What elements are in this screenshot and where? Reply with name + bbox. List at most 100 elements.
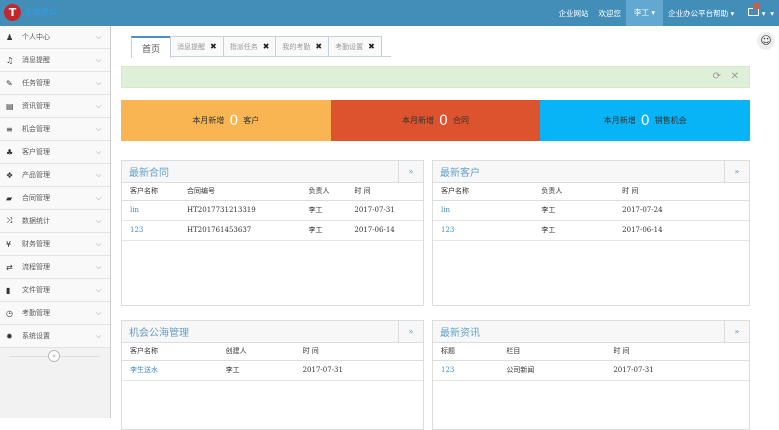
sidebar-item-label: 财务管理 — [22, 239, 96, 249]
panel-header: 最新合同» — [122, 161, 423, 183]
table-row: 123公司新闻2017-07-31 — [433, 360, 749, 380]
table-cell: HT2017731213319 — [179, 200, 300, 220]
bell-icon: ♫ — [6, 56, 16, 65]
table-cell[interactable]: 123 — [433, 220, 533, 240]
stat-label: 合同 — [453, 115, 469, 126]
more-button[interactable]: » — [398, 321, 423, 343]
sidebar-item[interactable]: ♫消息提醒⌵ — [0, 49, 110, 72]
clock-icon: ◷ — [6, 309, 16, 318]
panel-header: 机会公海管理» — [122, 321, 423, 343]
panel-title: 最新资讯 — [433, 324, 480, 339]
table-cell: 李工 — [533, 220, 614, 240]
sidebar-item-label: 客户管理 — [22, 147, 96, 157]
retweet-icon: ⇄ — [6, 263, 16, 272]
sidebar-item[interactable]: ✎任务管理⌵ — [0, 72, 110, 95]
panel-news: 最新资讯 »标题栏目时 间123公司新闻2017-07-31 — [432, 320, 750, 430]
stat-label: 客户 — [243, 115, 259, 126]
table-cell[interactable]: lin — [433, 200, 533, 220]
sidebar-collapse-button[interactable]: « — [48, 350, 60, 362]
logo[interactable]: T — [4, 4, 21, 21]
stat-box[interactable]: 本月新增0合同 — [331, 100, 541, 141]
tab-label: 考勤设置 — [335, 42, 363, 52]
table-cell: 李工 — [300, 220, 346, 240]
stat-value: 0 — [641, 113, 650, 129]
help-menu[interactable]: 企业办公平台帮助 ▾ — [663, 8, 739, 19]
table-row: lin李工2017-07-24 — [433, 200, 749, 220]
chevron-down-icon: ⌵ — [96, 125, 110, 134]
welcome-text: 欢迎您 — [594, 8, 627, 19]
sidebar-item[interactable]: ♣ 客户管理⌵ — [0, 141, 110, 164]
stat-box[interactable]: 本月新增0销售机会 — [540, 100, 750, 141]
stat-label: 销售机会 — [655, 115, 687, 126]
more-button[interactable]: » — [724, 321, 749, 343]
stat-prefix: 本月新增 — [192, 115, 224, 126]
table-cell: 2017-06-14 — [614, 220, 749, 240]
refresh-icon[interactable]: ⟳ — [713, 71, 721, 82]
chevron-down-icon: ⌵ — [96, 102, 110, 111]
sidebar-item[interactable]: ▮文件管理⌵ — [0, 279, 110, 302]
stat-value: 0 — [439, 113, 448, 129]
yen-icon: ¥ — [6, 240, 16, 249]
panel-header: 最新客户» — [433, 161, 749, 183]
user-icon: ♟ — [6, 33, 16, 42]
sidebar-item[interactable]: ¥财务管理⌵ — [0, 233, 110, 256]
user-menu[interactable]: 李工 ▾ — [626, 0, 663, 26]
users-icon: ♣ — [6, 148, 16, 157]
chevron-down-icon: ⌵ — [96, 56, 110, 65]
more-button[interactable]: » — [398, 161, 423, 183]
table-row: 123HT201761453637李工2017-06-14 — [122, 220, 423, 240]
more-button[interactable]: » — [724, 161, 749, 183]
user-name: 李工 — [634, 8, 649, 17]
table-header-row: 客户名称合同编号负责人时 间 — [122, 183, 423, 200]
panel-header: 最新资讯 » — [433, 321, 749, 343]
sidebar-item[interactable]: ◷考勤管理⌵ — [0, 302, 110, 325]
sidebar-item[interactable]: ⇄流程管理⌵ — [0, 256, 110, 279]
mail-menu[interactable]: ▾ ▾ — [739, 8, 779, 18]
sidebar-item-label: 流程管理 — [22, 262, 96, 272]
table-cell: 李工 — [533, 200, 614, 220]
tab[interactable]: 我的考勤✖ — [275, 36, 329, 56]
sidebar-item[interactable]: ▰合同管理⌵ — [0, 187, 110, 210]
sidebar-item-label: 产品管理 — [22, 170, 96, 180]
close-tab-icon[interactable]: ✖ — [315, 42, 322, 51]
close-tab-icon[interactable]: ✖ — [210, 42, 217, 51]
column-header: 创建人 — [218, 343, 295, 360]
sidebar-item[interactable]: ♟个人中心⌵ — [0, 26, 110, 49]
table-cell: 李工 — [218, 360, 295, 380]
sidebar-item[interactable]: ✹系统设置⌵ — [0, 325, 110, 348]
dropbox-icon: ❖ — [6, 171, 16, 180]
sidebar-item[interactable]: ▤资讯管理⌵ — [0, 95, 110, 118]
table-cell[interactable]: 123 — [433, 360, 498, 380]
sidebar-item[interactable]: ❖产品管理⌵ — [0, 164, 110, 187]
table-header-row: 标题栏目时 间 — [433, 343, 749, 360]
table-cell: 2017-06-14 — [346, 220, 423, 240]
company-site-link[interactable]: 企业网站 — [554, 8, 594, 19]
list-icon: ≡ — [6, 125, 16, 134]
panel-opportunities: 机会公海管理»客户名称创建人时 间李生送水李工2017-07-31 — [121, 320, 424, 430]
close-tab-icon[interactable]: ✖ — [368, 42, 375, 51]
data-table: 客户名称负责人时 间lin李工2017-07-24123李工2017-06-14 — [433, 183, 749, 241]
table-cell[interactable]: 李生送水 — [122, 360, 218, 380]
sidebar-item-label: 数据统计 — [22, 216, 96, 226]
top-nav: 企业网站 欢迎您 李工 ▾ 企业办公平台帮助 ▾ ▾ ▾ — [554, 0, 779, 26]
close-icon[interactable]: ✕ — [731, 71, 739, 82]
tab[interactable]: 考勤设置 ✖ — [328, 36, 382, 56]
close-tab-icon[interactable]: ✖ — [263, 42, 270, 51]
tab[interactable]: 指派任务✖ — [223, 36, 277, 56]
chevron-down-icon: ⌵ — [96, 33, 110, 42]
tab[interactable]: 消息提醒✖ — [170, 36, 224, 56]
logo-text[interactable]: 企业办公 — [25, 6, 57, 17]
tab[interactable]: 首页 — [131, 36, 171, 58]
chevron-down-icon: ⌵ — [96, 332, 110, 341]
table-cell: 公司新闻 — [498, 360, 605, 380]
sidebar-item[interactable]: ≡机会管理⌵ — [0, 118, 110, 141]
sidebar-item[interactable]: ⤨数据统计⌵ — [0, 210, 110, 233]
stat-box[interactable]: 本月新增0客户 — [121, 100, 331, 141]
panel-contracts: 最新合同»客户名称合同编号负责人时 间linHT2017731213319李工2… — [121, 160, 424, 306]
avatar[interactable]: ☺ — [757, 32, 775, 50]
table-cell[interactable]: lin — [122, 200, 179, 220]
sidebar-item-label: 文件管理 — [22, 285, 96, 295]
edit-icon: ✎ — [6, 79, 16, 88]
chevron-down-icon: ⌵ — [96, 148, 110, 157]
table-cell[interactable]: 123 — [122, 220, 179, 240]
